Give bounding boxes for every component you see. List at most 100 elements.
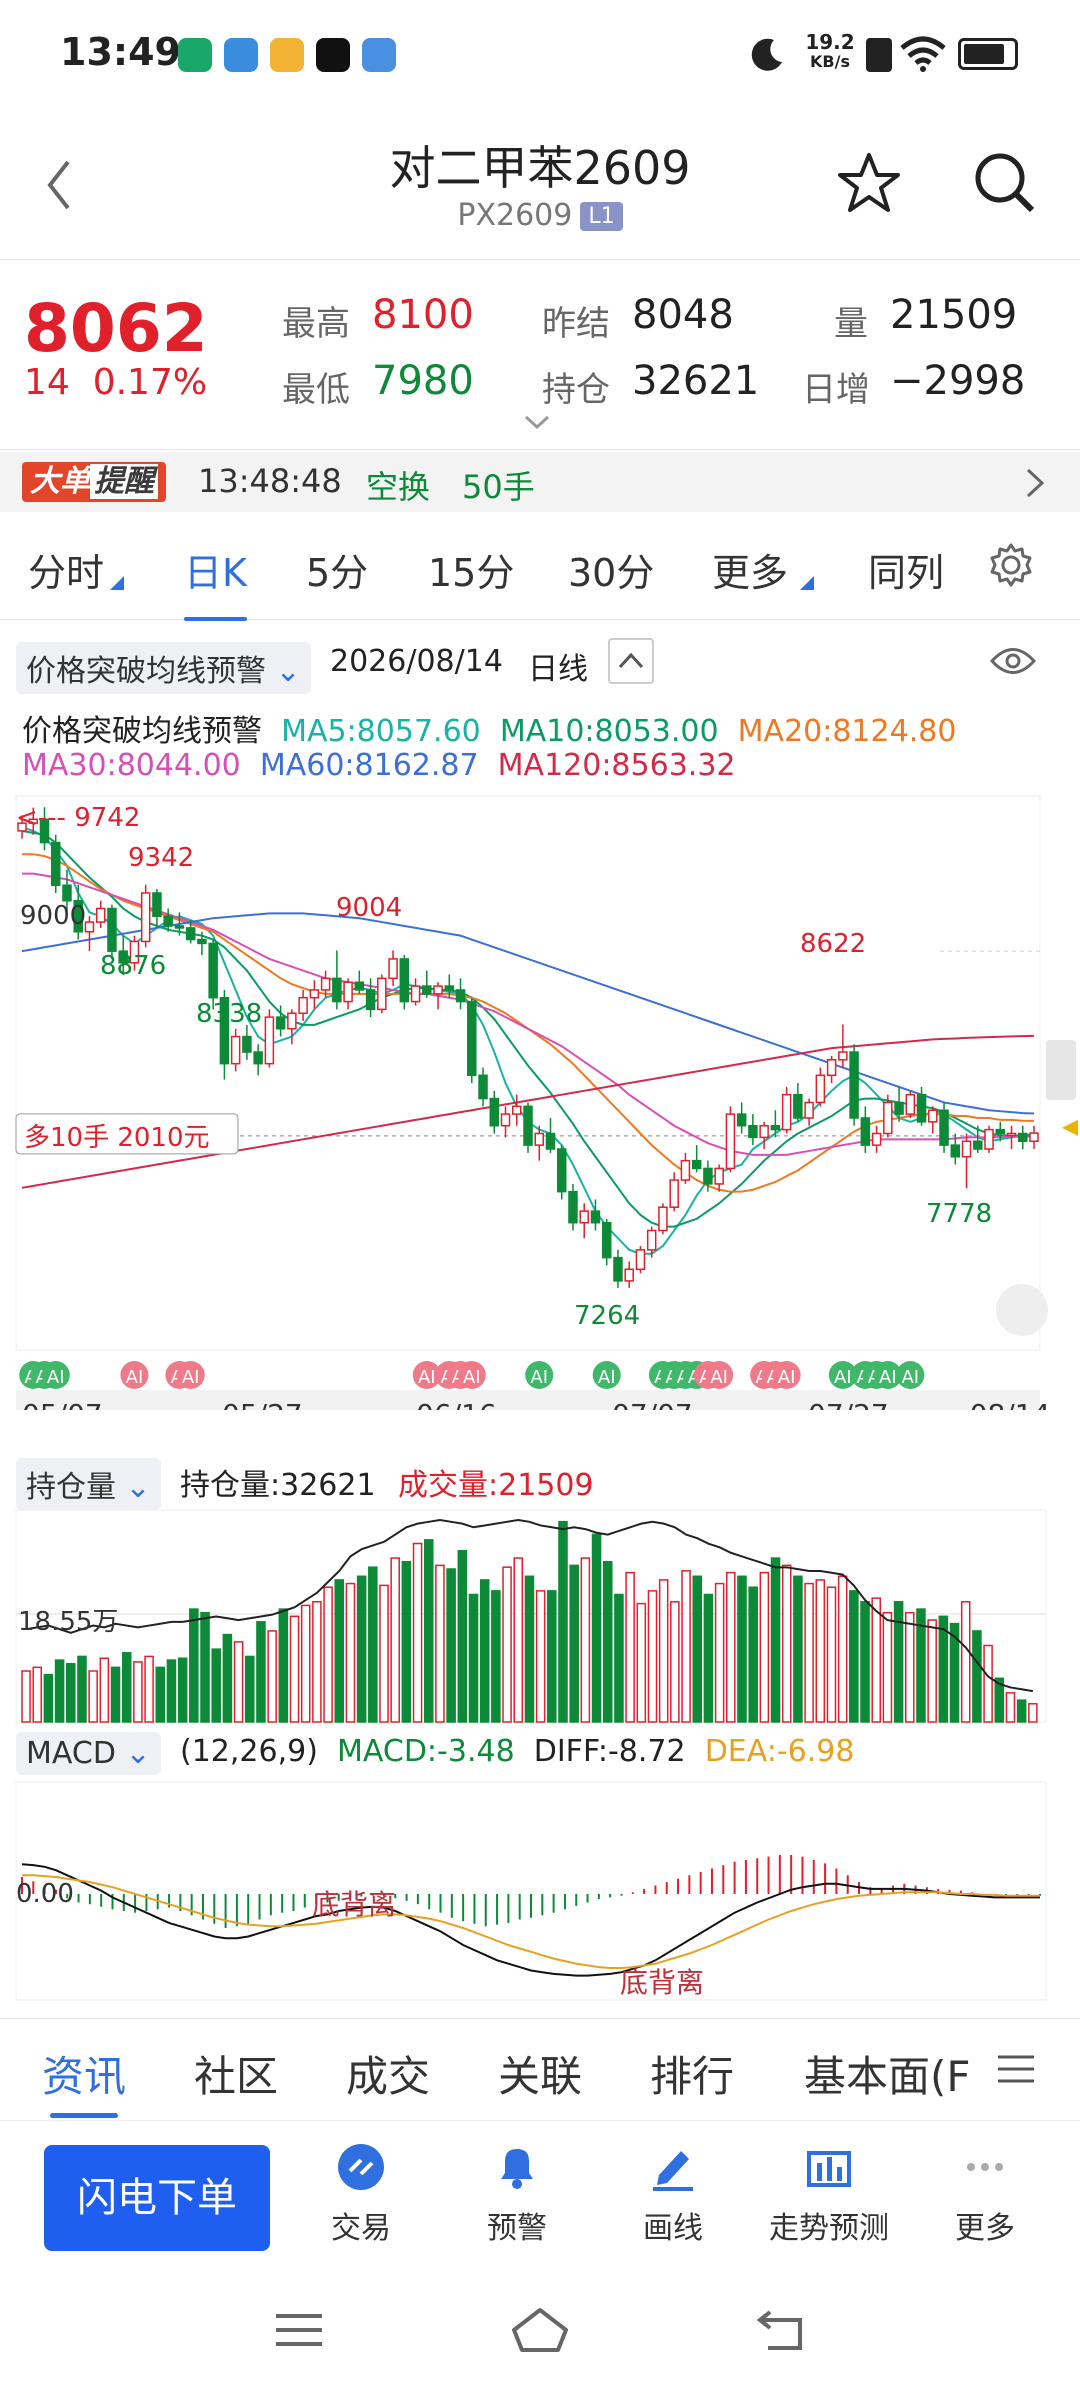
- candle-body: [568, 1190, 578, 1224]
- chevron-right-icon[interactable]: [1024, 466, 1048, 500]
- ai-badge-text: AI: [879, 1367, 897, 1388]
- candle-body: [208, 942, 218, 999]
- search-icon[interactable]: [972, 150, 1038, 216]
- candle-body: [197, 938, 207, 945]
- draw-line-button[interactable]: 画线: [598, 2141, 748, 2247]
- ai-badge: AI: [772, 1361, 801, 1389]
- star-icon[interactable]: [836, 150, 902, 216]
- volume-bar: [1028, 1703, 1038, 1723]
- ai-badge-text: AI: [418, 1367, 436, 1388]
- alert-button[interactable]: 预警: [442, 2141, 592, 2247]
- trend-predict-button[interactable]: 走势预测: [754, 2141, 904, 2247]
- daily-change-label: 日增: [802, 370, 870, 410]
- volume-bar: [524, 1575, 535, 1723]
- volume-bar: [200, 1611, 210, 1723]
- volume-bar: [88, 1670, 98, 1723]
- candle-body: [590, 1210, 601, 1224]
- x-tick-label: 05/27: [222, 1398, 303, 1410]
- volume-bar: [882, 1611, 893, 1723]
- candle-body: [601, 1221, 612, 1259]
- volume-chart[interactable]: 18.55万: [0, 1504, 1080, 1724]
- volume-bar: [334, 1579, 345, 1723]
- candle-body: [1006, 1132, 1017, 1137]
- candle-body: [534, 1132, 544, 1146]
- expand-chevron-icon[interactable]: [522, 412, 552, 432]
- volume-bar: [21, 1670, 31, 1723]
- candle-body: [770, 1124, 781, 1131]
- macd-chart[interactable]: 0.00 底背离底背离: [0, 1778, 1080, 2002]
- volume-bar: [244, 1655, 255, 1723]
- candle-body: [523, 1105, 533, 1146]
- tab-5min[interactable]: 5分: [306, 542, 368, 597]
- oi-value: 32621: [632, 358, 760, 404]
- ai-badge: AI: [457, 1361, 486, 1389]
- fullscreen-icon: [996, 1284, 1048, 1336]
- tab-same-list[interactable]: 同列: [868, 542, 944, 597]
- volume-indicator-selector[interactable]: 持仓量 ⌄: [16, 1458, 161, 1510]
- tab-fundamentals[interactable]: 基本面(F: [804, 2043, 974, 2104]
- volume-bar: [300, 1604, 311, 1723]
- ai-badge: AI: [525, 1361, 554, 1389]
- ai-badge-text: AI: [126, 1367, 144, 1388]
- volume-bar: [960, 1601, 971, 1723]
- tab-15min[interactable]: 15分: [428, 542, 514, 597]
- tab-trades[interactable]: 成交: [346, 2043, 430, 2104]
- tab-more[interactable]: 更多: [712, 542, 788, 597]
- candle-body: [714, 1167, 724, 1185]
- net-unit: KB/s: [810, 52, 850, 71]
- volume-bar: [1016, 1699, 1027, 1723]
- trough-label: 8338: [196, 999, 262, 1029]
- tab-related[interactable]: 关联: [498, 2043, 582, 2104]
- back-nav-icon[interactable]: [756, 2306, 806, 2354]
- volume-bar: [804, 1582, 814, 1723]
- candle-body: [793, 1093, 803, 1119]
- candle-body: [646, 1229, 657, 1251]
- candle-body: [275, 1016, 286, 1030]
- tab-ranking[interactable]: 排行: [650, 2043, 734, 2104]
- more-button[interactable]: 更多: [910, 2141, 1060, 2247]
- candle-body: [950, 1144, 961, 1158]
- title-bar: 对二甲苯2609 PX2609 L1: [0, 110, 1080, 260]
- candle-body: [894, 1101, 904, 1115]
- recents-icon[interactable]: [274, 2310, 324, 2350]
- ai-badge-text: AI: [901, 1367, 919, 1388]
- candle-body: [736, 1113, 747, 1127]
- chart-frame: [15, 1781, 1047, 2001]
- candle-body: [883, 1101, 893, 1135]
- volume-indicator-value: 成交量:21509: [398, 1468, 594, 1503]
- home-icon[interactable]: [510, 2306, 570, 2354]
- trade-button[interactable]: 交易: [286, 2141, 436, 2247]
- ai-badge: AI: [592, 1361, 621, 1389]
- action-bar: 闪电下单 交易 预警 画线 走势预测 更多: [0, 2120, 1080, 2280]
- candle-body: [489, 1097, 500, 1127]
- tab-timeshare[interactable]: 分时: [28, 542, 104, 597]
- eye-icon[interactable]: [990, 644, 1036, 678]
- volume-bar: [513, 1557, 524, 1723]
- tab-daily-k[interactable]: 日K: [184, 542, 247, 621]
- candle-body: [703, 1167, 713, 1185]
- gear-icon[interactable]: [988, 542, 1034, 588]
- macd-zero-label: 0.00: [16, 1879, 74, 1909]
- candlestick-chart[interactable]: <--- 9742 9342 9000 8876 8338 9004 7264 8622 777…: [0, 790, 1080, 1410]
- candle-body: [1029, 1132, 1039, 1143]
- tab-community[interactable]: 社区: [194, 2043, 278, 2104]
- collapse-button[interactable]: [608, 638, 654, 684]
- volume-bar: [983, 1644, 993, 1723]
- tab-news[interactable]: 资讯: [42, 2043, 126, 2118]
- ma60-line: [21, 912, 1035, 1115]
- volume-bar: [703, 1593, 714, 1723]
- candle-body: [230, 1035, 241, 1065]
- candle-body: [365, 989, 376, 1011]
- macd-selector[interactable]: MACD ⌄: [16, 1732, 161, 1775]
- tab-30min[interactable]: 30分: [568, 542, 654, 597]
- menu-icon[interactable]: [996, 2053, 1036, 2085]
- low-label: 最低: [282, 370, 350, 410]
- candle-body: [995, 1128, 1006, 1135]
- candle-body: [62, 884, 72, 902]
- volume-bar: [972, 1630, 982, 1723]
- large-order-alert-bar[interactable]: 大单 提醒 13:48:48 空换 50手: [0, 452, 1080, 512]
- price-change-pct: 0.17%: [92, 362, 208, 403]
- flash-order-button[interactable]: 闪电下单: [44, 2145, 270, 2251]
- indicator-selector[interactable]: 价格突破均线预警 ⌄: [16, 642, 311, 694]
- volume-bar: [793, 1575, 803, 1723]
